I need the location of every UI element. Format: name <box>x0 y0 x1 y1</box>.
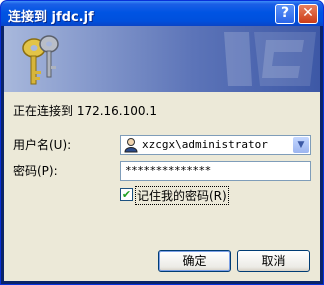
login-dialog: 连接到 jfdc.jf ? ✕ 正在连接到 172.16.100.1 用户名(U… <box>0 0 324 285</box>
close-button[interactable]: ✕ <box>298 4 318 24</box>
user-icon <box>124 138 138 153</box>
chevron-down-icon[interactable]: ▼ <box>293 137 309 153</box>
password-field[interactable]: ************** <box>120 161 311 181</box>
keys-icon <box>22 32 316 86</box>
window-title: 连接到 jfdc.jf <box>8 10 94 25</box>
username-label: 用户名(U): <box>13 138 72 152</box>
help-button[interactable]: ? <box>275 4 295 24</box>
password-label: 密码(P): <box>13 164 58 178</box>
remember-label[interactable]: 记住我的密码(R) <box>135 186 229 205</box>
username-combo[interactable]: xzcgx\administrator ▼ <box>120 135 311 155</box>
cancel-button[interactable]: 取消 <box>237 250 310 272</box>
connecting-text: 正在连接到 172.16.100.1 <box>13 104 157 118</box>
title-bar: 连接到 jfdc.jf ? ✕ <box>1 1 323 26</box>
banner <box>4 26 320 92</box>
remember-checkbox[interactable]: ✔ <box>120 188 133 201</box>
username-value[interactable]: xzcgx\administrator <box>142 138 268 151</box>
ok-button[interactable]: 确定 <box>158 250 231 272</box>
dialog-body: 正在连接到 172.16.100.1 用户名(U): xzcgx\adminis… <box>4 92 320 281</box>
